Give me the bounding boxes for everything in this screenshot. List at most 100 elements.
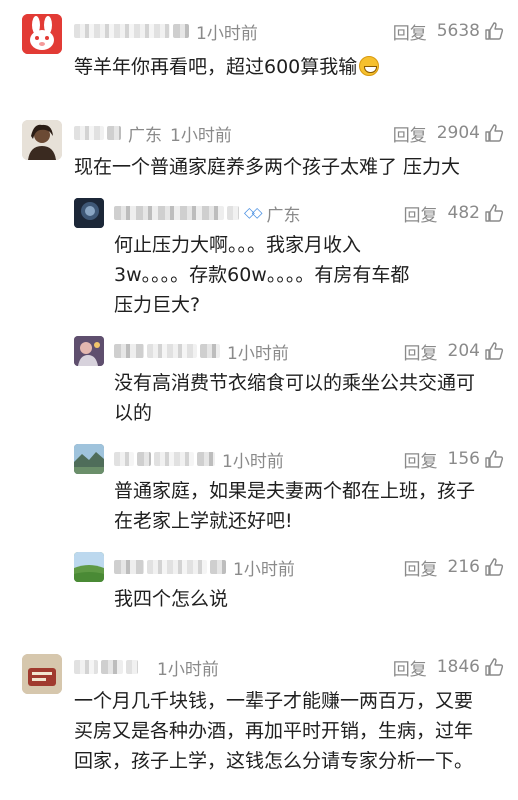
- blurred-username: [126, 660, 138, 674]
- blurred-username: [114, 344, 144, 358]
- comment-meta: 1小时前: [74, 18, 258, 44]
- reply-text: 没有高消费节衣缩食可以的乘坐公共交通可 以的: [114, 368, 475, 428]
- like-button[interactable]: 5638: [437, 21, 504, 41]
- thumbs-up-icon: [484, 21, 504, 41]
- reply-time: 1小时前: [222, 451, 284, 472]
- reply-button[interactable]: 回复: [393, 655, 427, 680]
- thumbs-up-icon: [484, 203, 504, 223]
- comment-meta: 广东 1小时前: [74, 120, 232, 146]
- avatar[interactable]: [74, 198, 104, 228]
- comment-text-line: 等羊年你再看吧，超过600算我输: [74, 56, 358, 78]
- comment-text: 等羊年你再看吧，超过600算我输: [74, 52, 380, 82]
- comment-time: 1小时前: [196, 23, 258, 44]
- reply-time: 1小时前: [233, 559, 295, 580]
- reply-meta: 1小时前: [114, 446, 284, 472]
- reply-text-line: 何止压力大啊。。。我家月收入: [114, 234, 362, 256]
- blurred-username: [137, 452, 151, 466]
- like-button[interactable]: 2904: [437, 123, 504, 143]
- comment-text-line: 一个月几千块钱，一辈子才能赚一两百万，又要: [74, 690, 474, 712]
- reply-actions: 回复 482: [404, 200, 504, 226]
- reply-text: 普通家庭，如果是夫妻两个都在上班，孩子 在老家上学就还好吧!: [114, 476, 475, 536]
- landscape-avatar-icon: [74, 444, 104, 474]
- field-avatar-icon: [74, 552, 104, 582]
- blurred-username: [200, 344, 220, 358]
- comment-text-line: 买房又是各种办酒，再加平时开销，生病，过年: [74, 720, 474, 742]
- reply-2: 1小时前 回复 204 没有高消费节衣缩食可以的乘坐公共交通可 以的: [0, 334, 518, 434]
- avatar[interactable]: [74, 444, 104, 474]
- comment-actions: 回复 1846: [393, 654, 504, 680]
- reply-text-line: 以的: [114, 402, 153, 424]
- blurred-username: [74, 660, 98, 674]
- reply-button[interactable]: 回复: [404, 447, 438, 472]
- like-button[interactable]: 216: [448, 557, 504, 577]
- reply-actions: 回复 216: [404, 554, 504, 580]
- comment-1: 1小时前 回复 5638 等羊年你再看吧，超过600算我输: [0, 0, 518, 90]
- comment-text-line: 回家，孩子上学，这钱怎么分请专家分析一下。: [74, 750, 474, 772]
- rabbit-logo-icon: [22, 14, 62, 54]
- comment-time: 1小时前: [157, 659, 219, 680]
- like-button[interactable]: 482: [448, 203, 504, 223]
- like-count: 156: [447, 449, 480, 469]
- like-count: 204: [447, 341, 480, 361]
- reply-text-line: 没有高消费节衣缩食可以的乘坐公共交通可: [114, 372, 476, 394]
- blurred-username: [147, 560, 207, 574]
- night-sky-avatar-icon: [74, 198, 104, 228]
- comment-text-line: 现在一个普通家庭养多两个孩子太难了 压力大: [74, 156, 461, 178]
- like-count: 2904: [436, 123, 480, 143]
- blurred-username: [114, 452, 134, 466]
- blurred-username: [197, 452, 215, 466]
- reply-meta: ◇◇ 广东: [114, 200, 301, 226]
- reply-text-line: 普通家庭，如果是夫妻两个都在上班，孩子: [114, 480, 476, 502]
- blurred-username: [107, 126, 121, 140]
- reply-text-line: 在老家上学就还好吧!: [114, 510, 293, 532]
- avatar[interactable]: [74, 336, 104, 366]
- blurred-username: [147, 344, 197, 358]
- reply-time: 1小时前: [227, 343, 289, 364]
- like-count: 216: [447, 557, 480, 577]
- reply-button[interactable]: 回复: [393, 19, 427, 44]
- grin-emoji-icon: [359, 56, 380, 76]
- blurred-username: [227, 206, 239, 220]
- reply-meta: 1小时前: [114, 554, 295, 580]
- thumbs-up-icon: [484, 657, 504, 677]
- blurred-username: [74, 126, 104, 140]
- reply-text-line: 3w。。。。存款60w。。。。有房有车都: [114, 264, 410, 286]
- reply-4: 1小时前 回复 216 我四个怎么说: [0, 550, 518, 620]
- blurred-username: [210, 560, 226, 574]
- figure-avatar-icon: [74, 336, 104, 366]
- like-count: 5638: [436, 21, 480, 41]
- comment-2: 广东 1小时前 回复 2904 现在一个普通家庭养多两个孩子太难了 压力大: [0, 110, 518, 200]
- avatar[interactable]: [22, 14, 62, 54]
- avatar[interactable]: [22, 654, 62, 694]
- thumbs-up-icon: [484, 557, 504, 577]
- blurred-username: [101, 660, 123, 674]
- reply-actions: 回复 204: [404, 338, 504, 364]
- reply-button[interactable]: 回复: [404, 201, 438, 226]
- reply-3: 1小时前 回复 156 普通家庭，如果是夫妻两个都在上班，孩子 在老家上学就还好…: [0, 442, 518, 542]
- blurred-username: [173, 24, 189, 38]
- avatar[interactable]: [22, 120, 62, 160]
- comment-3: 1小时前 回复 1846 一个月几千块钱，一辈子才能赚一两百万，又要 买房又是各…: [0, 646, 518, 800]
- reply-button[interactable]: 回复: [404, 339, 438, 364]
- blurred-username: [74, 24, 170, 38]
- thumbs-up-icon: [484, 123, 504, 143]
- reply-actions: 回复 156: [404, 446, 504, 472]
- like-button[interactable]: 204: [448, 341, 504, 361]
- like-button[interactable]: 156: [448, 449, 504, 469]
- reply-1: ◇◇ 广东 回复 482 何止压力大啊。。。我家月收入 3w。。。。存款60w。…: [0, 196, 518, 326]
- photo-avatar-icon: [22, 654, 62, 694]
- person-avatar-icon: [22, 120, 62, 160]
- vip-badge-icon: ◇◇: [244, 205, 262, 221]
- like-button[interactable]: 1846: [437, 657, 504, 677]
- reply-button[interactable]: 回复: [393, 121, 427, 146]
- like-count: 482: [447, 203, 480, 223]
- comment-text: 现在一个普通家庭养多两个孩子太难了 压力大: [74, 152, 460, 182]
- avatar[interactable]: [74, 552, 104, 582]
- reply-meta: 1小时前: [114, 338, 289, 364]
- blurred-username: [114, 206, 224, 220]
- thumbs-up-icon: [484, 341, 504, 361]
- comment-actions: 回复 5638: [393, 18, 504, 44]
- thumbs-up-icon: [484, 449, 504, 469]
- reply-button[interactable]: 回复: [404, 555, 438, 580]
- comment-actions: 回复 2904: [393, 120, 504, 146]
